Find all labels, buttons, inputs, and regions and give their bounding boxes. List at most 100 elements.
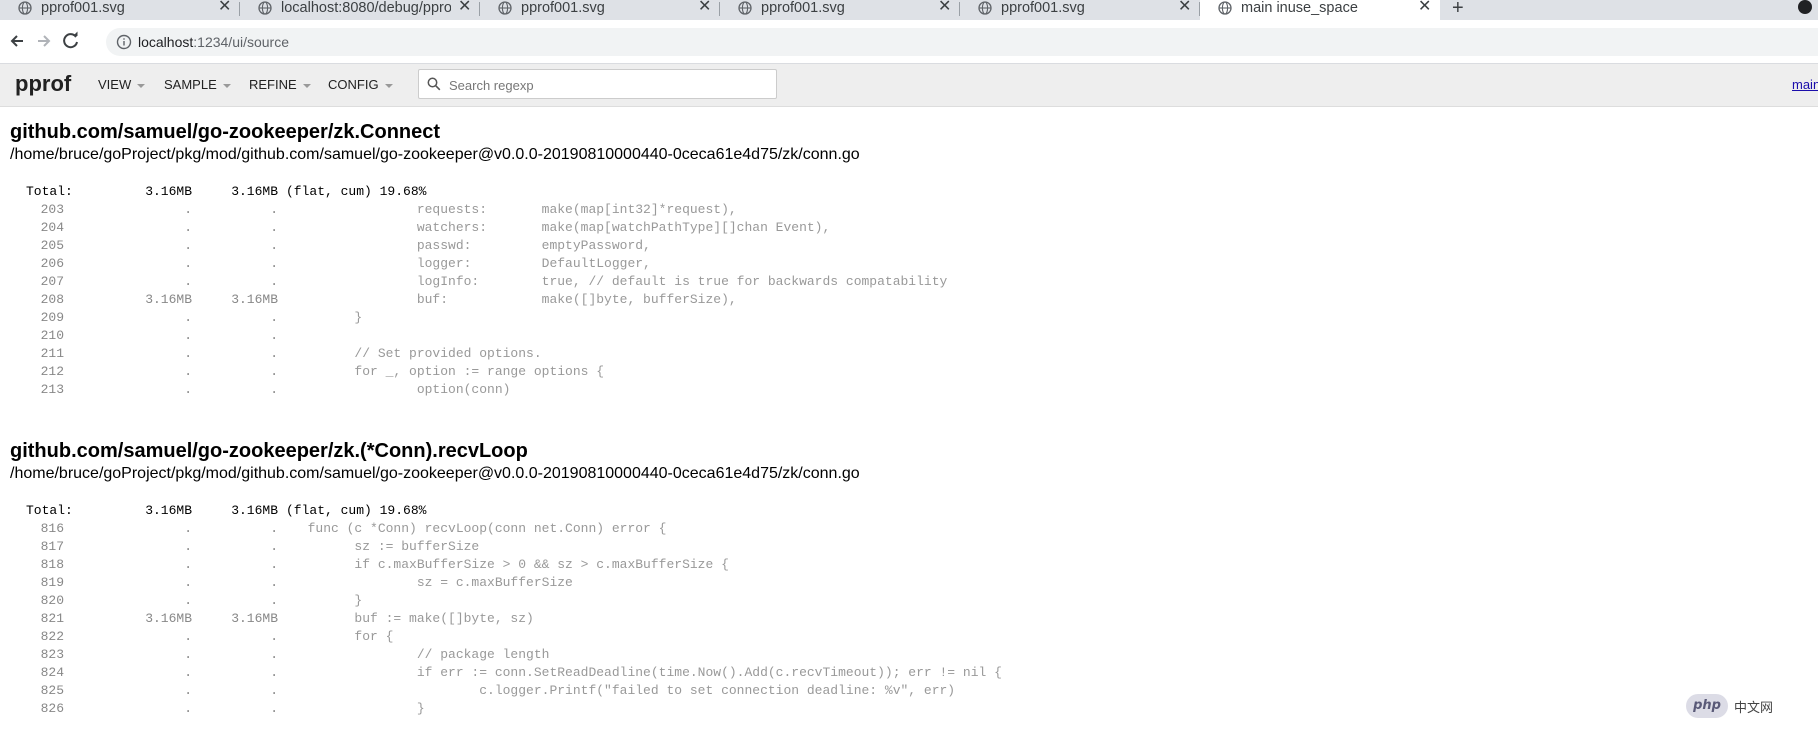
line-number: 822 <box>40 629 64 644</box>
search-input[interactable] <box>447 73 771 97</box>
source-line: 213.. option(conn) <box>26 381 511 399</box>
browser-tab[interactable]: pprof001.svg ✕ <box>960 0 1200 20</box>
function-name: github.com/samuel/go-zookeeper/zk.(*Conn… <box>10 440 528 462</box>
source-line: 207.. logInfo: true, // default is true … <box>26 273 948 291</box>
close-icon[interactable]: ✕ <box>938 0 951 15</box>
watermark-text: 中文网 <box>1734 700 1774 715</box>
close-icon[interactable]: ✕ <box>458 0 471 15</box>
source-line: 204.. watchers: make(map[watchPathType][… <box>26 219 831 237</box>
php-logo: php <box>1686 694 1728 718</box>
cum-value: . <box>270 346 278 361</box>
browser-tab[interactable]: main inuse_space ✕ <box>1200 0 1440 20</box>
cum-value: . <box>270 202 278 217</box>
address-bar[interactable]: localhost:1234/ui/source <box>106 28 1818 56</box>
cum-value: . <box>270 683 278 698</box>
file-path: /home/bruce/goProject/pkg/mod/github.com… <box>10 465 860 482</box>
source-line: 820.. } <box>26 592 363 610</box>
source-code: } <box>292 593 363 608</box>
source-code: watchers: make(map[watchPathType][]chan … <box>292 220 831 235</box>
cum-value: . <box>270 593 278 608</box>
cum-value: . <box>270 220 278 235</box>
source-code: requests: make(map[int32]*request), <box>292 202 737 217</box>
browser-tab[interactable]: pprof001.svg ✕ <box>480 0 720 20</box>
line-number: 207 <box>40 274 64 289</box>
function-block: github.com/samuel/go-zookeeper/zk.(*Conn… <box>10 440 860 484</box>
reload-icon[interactable] <box>58 28 84 54</box>
cum-value: . <box>270 256 278 271</box>
menu-config[interactable]: CONFIG <box>328 77 393 92</box>
source-line: 825.. c.logger.Printf("failed to set con… <box>26 682 956 700</box>
search-box <box>418 69 777 99</box>
main-link[interactable]: main <box>1792 77 1818 92</box>
site-info-icon[interactable] <box>116 34 132 50</box>
source-line: 822.. for { <box>26 628 394 646</box>
line-number: 210 <box>40 328 64 343</box>
close-icon[interactable]: ✕ <box>218 0 231 15</box>
source-code: for _, option := range options { <box>292 364 605 379</box>
cum-value: . <box>270 521 278 536</box>
back-arrow-icon[interactable] <box>4 28 30 54</box>
browser-tab-strip: pprof001.svg ✕ localhost:8080/debug/pprof ✕… <box>0 0 1818 20</box>
close-icon[interactable]: ✕ <box>698 0 711 15</box>
total-percent: (flat, cum) 19.68% <box>286 184 427 199</box>
browser-tab[interactable]: localhost:8080/debug/pprof ✕ <box>240 0 480 20</box>
menu-sample-label: SAMPLE <box>164 77 217 92</box>
source-line: 824.. if err := conn.SetReadDeadline(tim… <box>26 664 1002 682</box>
source-line: 819.. sz = c.maxBufferSize <box>26 574 573 592</box>
menu-refine[interactable]: REFINE <box>249 77 311 92</box>
globe-icon <box>498 1 512 15</box>
total-percent: (flat, cum) 19.68% <box>286 503 427 518</box>
source-line: 823.. // package length <box>26 646 550 664</box>
source-line: 211.. // Set provided options. <box>26 345 542 363</box>
browser-tab[interactable]: pprof001.svg ✕ <box>0 0 240 20</box>
tab-title: pprof001.svg <box>1001 0 1085 16</box>
source-line: 203.. requests: make(map[int32]*request)… <box>26 201 737 219</box>
total-row: Total: 3.16MB 3.16MB (flat, cum) 19.68% <box>26 502 426 520</box>
line-number: 213 <box>40 382 64 397</box>
close-icon[interactable]: ✕ <box>1418 0 1431 15</box>
cum-value: . <box>270 382 278 397</box>
close-icon[interactable]: ✕ <box>1178 0 1191 15</box>
forward-arrow-icon[interactable] <box>31 28 57 54</box>
cum-value: . <box>270 310 278 325</box>
chevron-down-icon <box>137 83 146 88</box>
line-number: 205 <box>40 238 64 253</box>
tab-title: pprof001.svg <box>521 0 605 16</box>
cum-value: . <box>270 575 278 590</box>
tab-title: pprof001.svg <box>41 0 125 16</box>
cum-value: . <box>270 647 278 662</box>
menu-view[interactable]: VIEW <box>98 77 146 92</box>
source-line: 826.. } <box>26 700 425 718</box>
source-line: 212.. for _, option := range options { <box>26 363 604 381</box>
search-icon <box>427 77 441 91</box>
line-number: 817 <box>40 539 64 554</box>
line-number: 206 <box>40 256 64 271</box>
source-code: buf := make([]byte, sz) <box>292 611 534 626</box>
globe-icon <box>738 1 752 15</box>
url-text: localhost:1234/ui/source <box>138 34 289 50</box>
profile-avatar[interactable] <box>1798 0 1812 14</box>
line-number: 824 <box>40 665 64 680</box>
source-code: } <box>292 701 425 716</box>
total-cum: 3.16MB <box>231 184 278 199</box>
line-number: 212 <box>40 364 64 379</box>
source-code: if err := conn.SetReadDeadline(time.Now(… <box>292 665 1002 680</box>
source-line: 816.. func (c *Conn) recvLoop(conn net.C… <box>26 520 667 538</box>
pprof-logo[interactable]: pprof <box>15 71 71 97</box>
line-number: 820 <box>40 593 64 608</box>
tab-title: localhost:8080/debug/pprof <box>281 0 451 16</box>
cum-value: . <box>270 557 278 572</box>
function-name: github.com/samuel/go-zookeeper/zk.Connec… <box>10 121 441 143</box>
function-block: github.com/samuel/go-zookeeper/zk.Connec… <box>10 121 860 165</box>
line-number: 823 <box>40 647 64 662</box>
pprof-header: pprof VIEW SAMPLE REFINE CONFIG main <box>0 64 1818 107</box>
line-number: 818 <box>40 557 64 572</box>
menu-sample[interactable]: SAMPLE <box>164 77 231 92</box>
new-tab-button[interactable]: + <box>1452 0 1464 20</box>
source-code: option(conn) <box>292 382 511 397</box>
chevron-down-icon <box>302 83 311 88</box>
source-listing: Total: 3.16MB 3.16MB (flat, cum) 19.68% … <box>26 183 948 399</box>
file-path: /home/bruce/goProject/pkg/mod/github.com… <box>10 146 860 163</box>
source-code: logInfo: true, // default is true for ba… <box>292 274 948 289</box>
browser-tab[interactable]: pprof001.svg ✕ <box>720 0 960 20</box>
